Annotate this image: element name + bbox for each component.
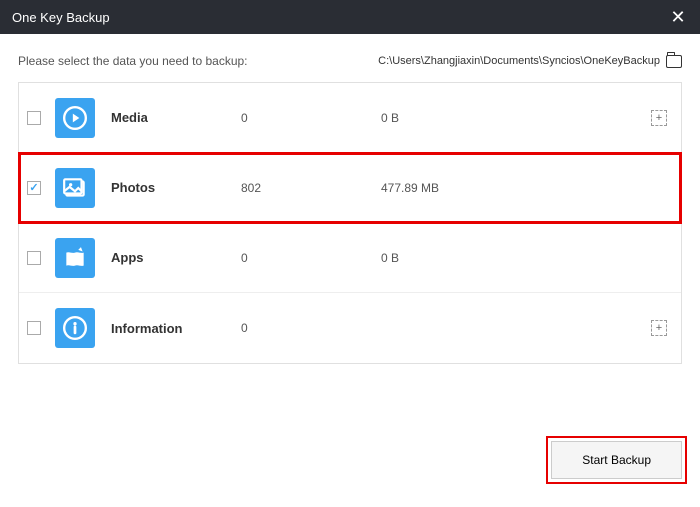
add-button-media[interactable]: + [651, 110, 667, 126]
item-size: 0 B [381, 251, 649, 265]
item-count: 802 [241, 181, 381, 195]
info-icon [55, 308, 95, 348]
item-name: Photos [111, 180, 241, 195]
play-icon [55, 98, 95, 138]
checkbox-information[interactable] [27, 321, 41, 335]
folder-icon[interactable] [666, 55, 682, 68]
add-button-information[interactable]: + [651, 320, 667, 336]
checkbox-media[interactable] [27, 111, 41, 125]
item-size: 477.89 MB [381, 181, 649, 195]
item-name: Apps [111, 250, 241, 265]
footer: Start Backup [551, 441, 682, 479]
item-name: Information [111, 321, 241, 336]
prompt-text: Please select the data you need to backu… [18, 54, 248, 68]
backup-path[interactable]: C:\Users\Zhangjiaxin\Documents\Syncios\O… [378, 55, 682, 68]
photo-icon [55, 168, 95, 208]
apps-icon [55, 238, 95, 278]
item-name: Media [111, 110, 241, 125]
start-backup-button[interactable]: Start Backup [551, 441, 682, 479]
item-count: 0 [241, 251, 381, 265]
window-title: One Key Backup [12, 10, 110, 25]
close-icon[interactable]: ✕ [668, 7, 688, 28]
list-item-apps[interactable]: Apps 0 0 B [19, 223, 681, 293]
item-count: 0 [241, 111, 381, 125]
checkbox-apps[interactable] [27, 251, 41, 265]
checkbox-photos[interactable] [27, 181, 41, 195]
list-item-media[interactable]: Media 0 0 B + [19, 83, 681, 153]
titlebar: One Key Backup ✕ [0, 0, 700, 34]
item-size: 0 B [381, 111, 649, 125]
path-text: C:\Users\Zhangjiaxin\Documents\Syncios\O… [378, 55, 660, 67]
backup-items-list: Media 0 0 B + Photos 802 477.89 MB Apps … [18, 82, 682, 364]
header-row: Please select the data you need to backu… [0, 34, 700, 82]
item-count: 0 [241, 321, 381, 335]
list-item-photos[interactable]: Photos 802 477.89 MB [19, 153, 681, 223]
list-item-information[interactable]: Information 0 + [19, 293, 681, 363]
